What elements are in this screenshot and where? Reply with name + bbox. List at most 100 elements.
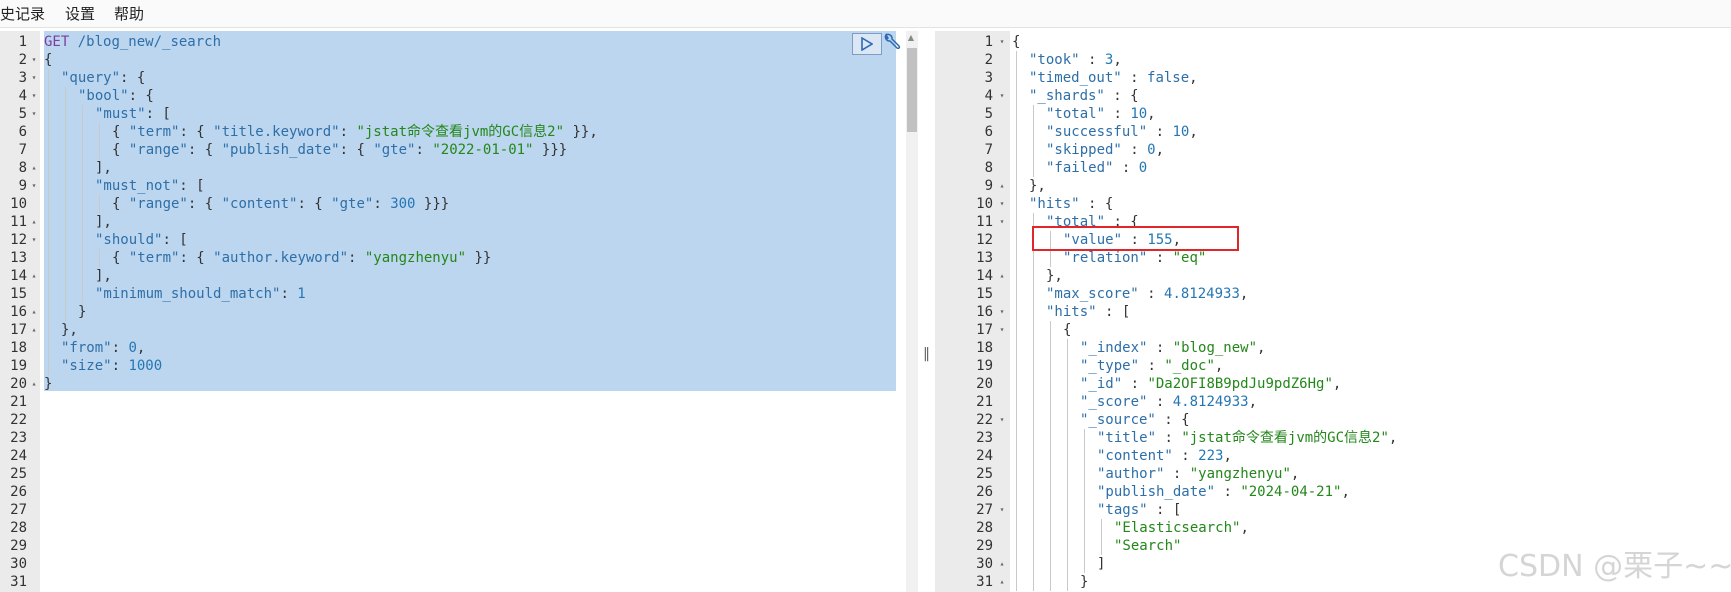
code-token: }: [78, 304, 87, 320]
line-number: 21: [976, 394, 993, 410]
code-token: },: [1046, 268, 1063, 284]
code-token: "failed": [1046, 160, 1114, 176]
line-number: 1: [18, 34, 27, 50]
fold-arrow-icon[interactable]: ▾: [997, 501, 1007, 519]
unfold-arrow-icon[interactable]: ▴: [29, 213, 39, 231]
line-number: 6: [984, 124, 993, 140]
fold-arrow-icon[interactable]: ▾: [997, 321, 1007, 339]
fold-arrow-icon[interactable]: ▾: [997, 303, 1007, 321]
menu-item-settings[interactable]: 设置: [65, 3, 95, 24]
fold-arrow-icon[interactable]: ▾: [997, 33, 1007, 51]
menu-item-history[interactable]: 史记录: [0, 3, 45, 24]
code-token: /blog_new/_search: [77, 34, 222, 50]
line-number: 5: [984, 106, 993, 122]
menu-item-help[interactable]: 帮助: [114, 3, 144, 24]
code-text: { "term": { "author.keyword": "yangzheny…: [44, 249, 491, 267]
code-text: }: [44, 375, 52, 393]
code-token: }}: [466, 250, 492, 266]
line-number: 1: [984, 34, 993, 50]
code-text: "relation" : "eq": [1012, 249, 1206, 267]
code-text: },: [1012, 177, 1046, 195]
code-token: ,: [1147, 106, 1156, 122]
code-token: "term": [128, 250, 180, 266]
code-token: "publish_date": [1097, 484, 1216, 500]
unfold-arrow-icon[interactable]: ▴: [29, 303, 39, 321]
fold-arrow-icon[interactable]: ▾: [29, 87, 39, 105]
run-request-button[interactable]: [852, 33, 882, 55]
fold-arrow-icon[interactable]: ▾: [997, 213, 1007, 231]
fold-arrow-icon[interactable]: ▾: [29, 231, 39, 249]
fold-arrow-icon[interactable]: ▾: [997, 411, 1007, 429]
unfold-arrow-icon[interactable]: ▴: [29, 159, 39, 177]
code-token: "2024-04-21": [1240, 484, 1342, 500]
line-number: 22: [10, 412, 27, 428]
code-text: "took" : 3,: [1012, 51, 1122, 69]
code-text: ],: [44, 267, 112, 285]
fold-arrow-icon[interactable]: ▾: [29, 177, 39, 195]
resize-handle-icon[interactable]: ‖: [923, 346, 930, 362]
code-token: ,: [1155, 142, 1165, 158]
code-text: "_source" : {: [1012, 411, 1190, 429]
code-token: : {: [187, 196, 222, 212]
pane-divider[interactable]: [920, 31, 934, 592]
code-token: 0: [1138, 160, 1148, 176]
line-number: 20: [976, 376, 993, 392]
code-token: "gte": [373, 142, 416, 158]
request-scrollbar-thumb[interactable]: [907, 48, 917, 132]
unfold-arrow-icon[interactable]: ▴: [997, 177, 1007, 195]
unfold-arrow-icon[interactable]: ▴: [29, 375, 39, 393]
fold-arrow-icon[interactable]: ▾: [29, 105, 39, 123]
request-editor[interactable]: 1 GET /blog_new/_search 2 ▾{3 ▾ "query": {4 ▾ "…: [0, 31, 908, 592]
menu-bar: 史记录 设置 帮助: [0, 0, 1731, 28]
code-token: ,: [1388, 430, 1398, 446]
line-number: 2: [984, 52, 993, 68]
code-text: "hits" : [: [1012, 303, 1130, 321]
code-token: 10: [1130, 106, 1148, 122]
fold-arrow-icon[interactable]: ▾: [997, 195, 1007, 213]
code-text: {: [1012, 321, 1071, 339]
fold-arrow-icon[interactable]: ▾: [29, 51, 39, 69]
code-text: ],: [44, 213, 112, 231]
code-token: {: [112, 196, 129, 212]
code-token: ,: [1248, 394, 1258, 410]
code-text: GET /blog_new/_search: [44, 33, 221, 51]
line-number: 29: [10, 538, 27, 554]
code-token: 1000: [128, 358, 163, 374]
line-number: 7: [18, 142, 27, 158]
code-text: "minimum_should_match": 1: [44, 285, 306, 303]
code-text: },: [1012, 267, 1063, 285]
request-settings-button[interactable]: [882, 32, 902, 54]
line-number: 18: [10, 340, 27, 356]
code-text: "size": 1000: [44, 357, 162, 375]
line-number: 8: [18, 160, 27, 176]
unfold-arrow-icon[interactable]: ▴: [29, 267, 39, 285]
code-token: : [: [1096, 304, 1131, 320]
code-token: ],: [95, 214, 112, 230]
line-number: 10: [976, 196, 993, 212]
fold-arrow-icon[interactable]: ▾: [29, 69, 39, 87]
code-token: {: [112, 142, 129, 158]
code-token: :: [373, 196, 391, 212]
line-number: 26: [976, 484, 993, 500]
code-text: "_id" : "Da2OFI8B9pdJu9pdZ6Hg",: [1012, 375, 1341, 393]
unfold-arrow-icon[interactable]: ▴: [997, 573, 1007, 591]
line-number: 25: [976, 466, 993, 482]
unfold-arrow-icon[interactable]: ▴: [29, 321, 39, 339]
line-number: 17: [10, 322, 27, 338]
code-token: "author.keyword": [213, 250, 349, 266]
fold-arrow-icon[interactable]: ▾: [997, 87, 1007, 105]
response-viewer[interactable]: 1 ▾{2 "took" : 3, 3 "timed_out" : false, 4 ▾ "_…: [935, 31, 1731, 592]
unfold-arrow-icon[interactable]: ▴: [997, 267, 1007, 285]
code-token: :: [1147, 124, 1173, 140]
line-number: 15: [976, 286, 993, 302]
scroll-up-arrow-icon[interactable]: ▲: [905, 33, 917, 42]
code-token: ,: [1290, 466, 1300, 482]
code-token: "_index": [1080, 340, 1148, 356]
line-number: 24: [976, 448, 993, 464]
code-token: "query": [61, 70, 121, 86]
code-token: "Da2OFI8B9pdJu9pdZ6Hg": [1147, 376, 1333, 392]
line-number: 14: [10, 268, 27, 284]
code-text: }: [1012, 573, 1088, 591]
unfold-arrow-icon[interactable]: ▴: [997, 555, 1007, 573]
wrench-icon: [884, 33, 901, 50]
